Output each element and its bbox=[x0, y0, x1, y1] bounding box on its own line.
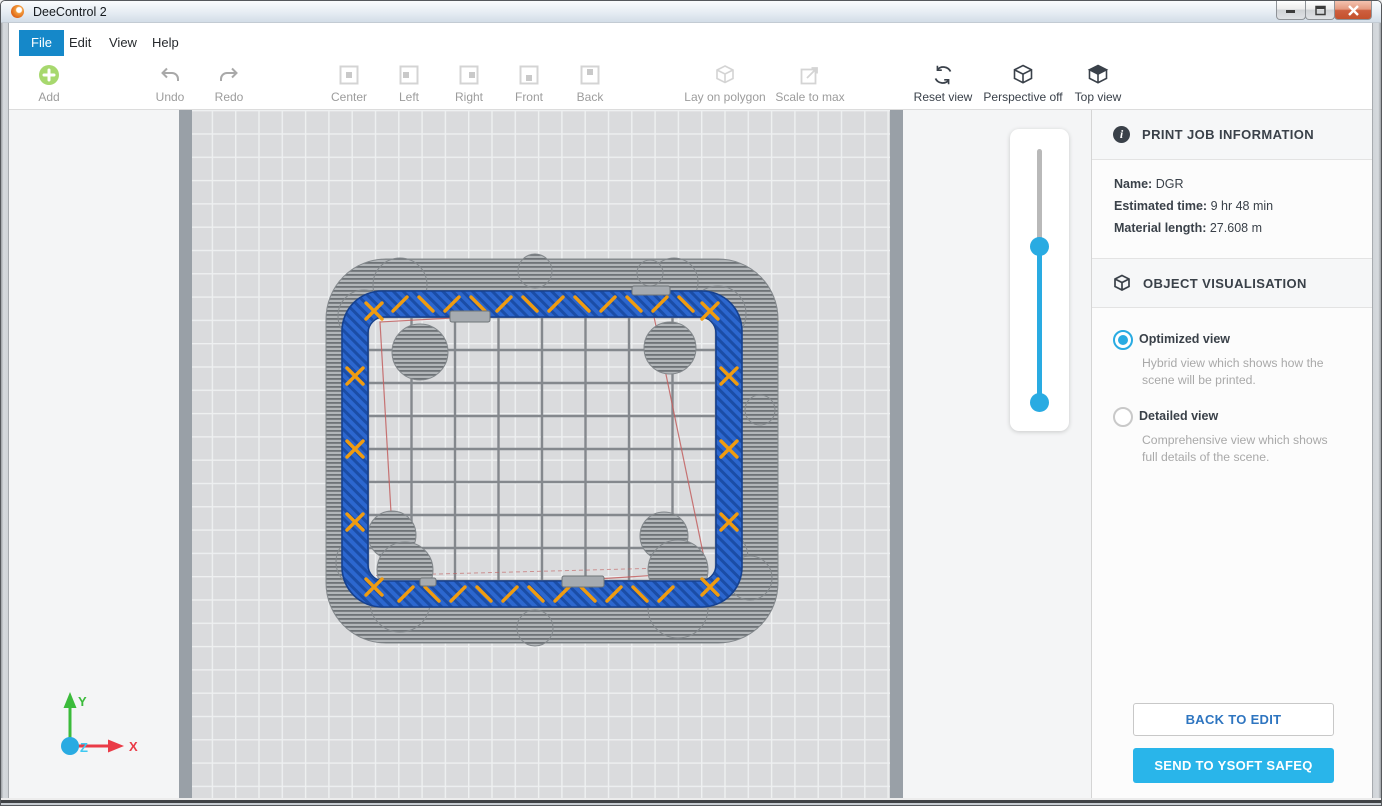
toolbar-redo-button: Redo bbox=[199, 63, 259, 104]
maximize-icon bbox=[1314, 5, 1327, 16]
align-left-icon bbox=[399, 63, 419, 87]
undo-icon bbox=[158, 63, 182, 87]
align-front-icon bbox=[519, 63, 539, 87]
toolbar-add-button[interactable]: Add bbox=[19, 63, 79, 104]
app-logo-icon bbox=[11, 5, 24, 18]
close-button[interactable] bbox=[1334, 1, 1372, 20]
scale-to-max-icon bbox=[799, 63, 821, 87]
align-right-icon bbox=[459, 63, 479, 87]
field-material-length: Material length: 27.608 m bbox=[1114, 220, 1273, 236]
close-icon bbox=[1347, 5, 1360, 16]
info-icon: i bbox=[1113, 126, 1130, 143]
menu-bar: File Edit View Help bbox=[2, 23, 1382, 56]
z-axis-dot bbox=[61, 737, 79, 755]
z-axis-label: Z bbox=[80, 740, 88, 755]
top-view-icon bbox=[1086, 63, 1110, 87]
layer-slider-track-selected[interactable] bbox=[1037, 246, 1042, 402]
toolbar-left-button: Left bbox=[379, 63, 439, 104]
toolbar-front-button: Front bbox=[499, 63, 559, 104]
window-frame-left bbox=[1, 23, 9, 806]
visualisation-title: OBJECT VISUALISATION bbox=[1143, 276, 1307, 291]
field-name: Name: DGR bbox=[1114, 176, 1273, 192]
viewport-3d[interactable]: Y X Z bbox=[2, 110, 1092, 798]
add-icon bbox=[38, 63, 60, 87]
optimized-view-radio[interactable] bbox=[1113, 330, 1133, 350]
build-plate-right-edge bbox=[890, 110, 903, 798]
toolbar-right-button: Right bbox=[439, 63, 499, 104]
field-estimated-time: Estimated time: 9 hr 48 min bbox=[1114, 198, 1273, 214]
align-center-icon bbox=[339, 63, 359, 87]
perspective-icon bbox=[1011, 63, 1035, 87]
title-bar[interactable]: DeeControl 2 bbox=[1, 1, 1381, 23]
print-job-fields: Name: DGR Estimated time: 9 hr 48 min Ma… bbox=[1114, 176, 1273, 242]
y-axis-label: Y bbox=[78, 694, 87, 709]
window-frame-bottom bbox=[1, 798, 1381, 806]
print-job-section-header: i PRINT JOB INFORMATION bbox=[1092, 110, 1374, 160]
align-back-icon bbox=[580, 63, 600, 87]
toolbar-scale-to-max-button: Scale to max bbox=[762, 63, 858, 104]
layer-slider bbox=[1010, 129, 1069, 431]
toolbar-top-view-button[interactable]: Top view bbox=[1060, 63, 1136, 104]
print-job-title: PRINT JOB INFORMATION bbox=[1142, 127, 1314, 142]
lay-on-polygon-icon bbox=[713, 63, 737, 87]
send-to-ysoft-safeq-button[interactable]: SEND TO YSOFT SAFEQ bbox=[1133, 748, 1334, 783]
build-plate-left-edge bbox=[179, 110, 192, 798]
layer-slider-handle-top[interactable] bbox=[1030, 237, 1049, 256]
cube-icon bbox=[1113, 274, 1131, 292]
layer-slider-track-upper[interactable] bbox=[1037, 149, 1042, 246]
back-to-edit-button[interactable]: BACK TO EDIT bbox=[1133, 703, 1334, 736]
x-axis-label: X bbox=[129, 739, 138, 754]
toolbar-back-button: Back bbox=[560, 63, 620, 104]
sliced-print-object[interactable] bbox=[326, 254, 778, 646]
minimize-icon bbox=[1285, 5, 1297, 15]
layer-slider-handle-bottom[interactable] bbox=[1030, 393, 1049, 412]
reset-view-icon bbox=[932, 63, 954, 87]
toolbar-undo-button: Undo bbox=[140, 63, 200, 104]
detailed-view-radio[interactable] bbox=[1113, 407, 1133, 427]
visualisation-section-header: OBJECT VISUALISATION bbox=[1092, 258, 1374, 308]
maximize-button[interactable] bbox=[1305, 1, 1335, 20]
minimize-button[interactable] bbox=[1276, 1, 1306, 20]
window-frame-right bbox=[1372, 23, 1381, 806]
redo-icon bbox=[217, 63, 241, 87]
app-window: DeeControl 2 File Edit View Help Add bbox=[0, 0, 1382, 806]
menu-help[interactable]: Help bbox=[140, 30, 191, 56]
toolbar-center-button: Center bbox=[317, 63, 381, 104]
right-panel: i PRINT JOB INFORMATION Name: DGR Estima… bbox=[1091, 110, 1374, 798]
toolbar: Add Undo Redo Center Left Right bbox=[2, 56, 1382, 110]
window-title: DeeControl 2 bbox=[33, 5, 107, 19]
